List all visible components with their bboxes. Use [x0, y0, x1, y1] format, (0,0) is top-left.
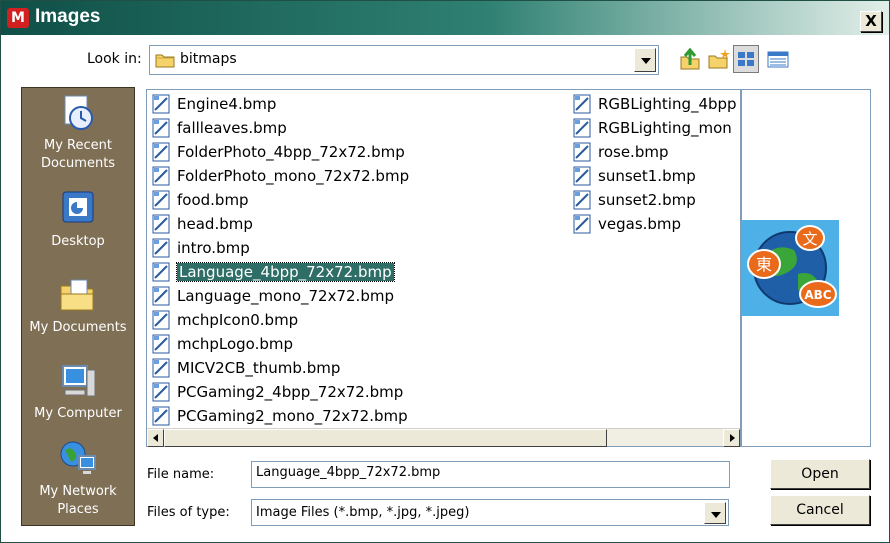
images-dialog: M Images X Look in: bitmaps My Recent Do…	[0, 0, 890, 543]
open-button[interactable]: Open	[770, 459, 870, 489]
bitmap-file-icon	[151, 142, 171, 162]
file-type-value: Image Files (*.bmp, *.jpg, *.jpeg)	[256, 505, 470, 520]
bitmap-file-icon	[151, 262, 171, 282]
preview-pane: 東 文 ABC	[741, 89, 871, 447]
file-item[interactable]: intro.bmp	[151, 237, 250, 259]
window-title: Images	[35, 6, 101, 27]
bitmap-file-icon	[572, 214, 592, 234]
file-item[interactable]: head.bmp	[151, 213, 253, 235]
recent-documents-icon	[64, 95, 93, 130]
look-in-value: bitmaps	[180, 51, 237, 67]
file-item[interactable]: mchpLogo.bmp	[151, 333, 293, 355]
bitmap-file-icon	[151, 238, 171, 258]
up-folder-button[interactable]	[677, 45, 703, 73]
places-bar: My Recent Documents Desktop My Documents	[21, 87, 135, 526]
file-item[interactable]: MICV2CB_thumb.bmp	[151, 357, 340, 379]
file-item[interactable]: vegas.bmp	[572, 213, 738, 235]
place-label: My Computer	[34, 406, 122, 421]
file-name-label: File name:	[147, 467, 215, 482]
file-item[interactable]: sunset1.bmp	[572, 165, 738, 187]
scroll-right-button[interactable]	[723, 429, 740, 447]
preview-kanji-top: 文	[802, 230, 817, 248]
bitmap-file-icon	[572, 142, 592, 162]
preview-kanji-left: 東	[756, 255, 772, 274]
place-my-network-places[interactable]: My Network Places	[22, 438, 134, 519]
desktop-icon	[62, 191, 94, 223]
bitmap-file-icon	[572, 118, 592, 138]
bitmap-file-icon	[151, 382, 171, 402]
file-item[interactable]: RGBLighting_4bpp	[572, 93, 738, 115]
chevron-down-icon[interactable]	[634, 48, 656, 72]
horizontal-scrollbar[interactable]	[147, 428, 740, 447]
new-folder-button[interactable]	[706, 45, 732, 73]
bitmap-file-icon	[151, 406, 171, 426]
close-button[interactable]: X	[860, 11, 882, 32]
list-view-button[interactable]	[733, 45, 759, 73]
new-folder-icon	[708, 49, 730, 69]
scroll-left-button[interactable]	[147, 429, 164, 447]
bitmap-file-icon	[572, 94, 592, 114]
folder-icon	[155, 54, 175, 68]
file-item[interactable]: Language_mono_72x72.bmp	[151, 285, 394, 307]
preview-abc: ABC	[804, 288, 831, 302]
file-item[interactable]: Engine4.bmp	[151, 93, 276, 115]
bitmap-file-icon	[151, 214, 171, 234]
place-label: My Documents	[29, 320, 127, 335]
microchip-logo-icon: M	[7, 8, 29, 28]
file-list[interactable]: Engine4.bmp fallleaves.bmp FolderPhoto_4…	[146, 89, 741, 447]
list-view-icon	[738, 52, 754, 66]
file-item[interactable]: RGBLighting_mon	[572, 117, 738, 139]
place-label: My Network Places	[39, 484, 117, 517]
file-item[interactable]: mchpIcon0.bmp	[151, 309, 298, 331]
my-computer-icon	[62, 365, 96, 397]
network-places-icon	[60, 441, 96, 474]
language-globe-image: 東 文 ABC	[742, 220, 839, 316]
details-view-icon	[767, 51, 789, 68]
file-type-label: Files of type:	[147, 505, 230, 520]
place-desktop[interactable]: Desktop	[22, 188, 134, 251]
place-my-recent-documents[interactable]: My Recent Documents	[22, 92, 134, 173]
file-item[interactable]: sunset2.bmp	[572, 189, 738, 211]
file-item[interactable]: FolderPhoto_mono_72x72.bmp	[151, 165, 409, 187]
file-item[interactable]: FolderPhoto_4bpp_72x72.bmp	[151, 141, 405, 163]
file-item[interactable]: rose.bmp	[572, 141, 738, 163]
scrollbar-thumb[interactable]	[164, 429, 607, 447]
bitmap-file-icon	[572, 166, 592, 186]
place-label: Desktop	[51, 234, 105, 249]
bitmap-file-icon	[151, 358, 171, 378]
bitmap-file-icon	[151, 190, 171, 210]
file-item[interactable]: PCGaming2_mono_72x72.bmp	[151, 405, 408, 427]
file-name-input[interactable]: Language_4bpp_72x72.bmp	[251, 461, 730, 488]
place-label: My Recent Documents	[40, 138, 116, 171]
bitmap-file-icon	[572, 190, 592, 210]
my-documents-icon	[60, 279, 94, 311]
bitmap-file-icon	[151, 286, 171, 306]
chevron-down-icon[interactable]	[704, 502, 726, 524]
file-type-dropdown[interactable]: Image Files (*.bmp, *.jpg, *.jpeg)	[251, 499, 729, 526]
place-my-documents[interactable]: My Documents	[22, 274, 134, 337]
bitmap-file-icon	[151, 94, 171, 114]
file-item[interactable]: fallleaves.bmp	[151, 117, 287, 139]
look-in-label: Look in:	[87, 51, 142, 67]
up-folder-icon	[680, 47, 700, 70]
title-bar[interactable]: M Images X	[1, 1, 889, 35]
details-view-button[interactable]	[765, 45, 791, 73]
file-item-selected[interactable]: Language_4bpp_72x72.bmp	[151, 261, 395, 283]
file-item[interactable]: food.bmp	[151, 189, 249, 211]
place-my-computer[interactable]: My Computer	[22, 360, 134, 423]
bitmap-file-icon	[151, 334, 171, 354]
file-list-items: Engine4.bmp fallleaves.bmp FolderPhoto_4…	[147, 90, 740, 428]
bitmap-file-icon	[151, 118, 171, 138]
cancel-button[interactable]: Cancel	[770, 495, 870, 525]
bitmap-file-icon	[151, 166, 171, 186]
bitmap-file-icon	[151, 310, 171, 330]
look-in-dropdown[interactable]: bitmaps	[149, 45, 659, 75]
file-item[interactable]: PCGaming2_4bpp_72x72.bmp	[151, 381, 403, 403]
